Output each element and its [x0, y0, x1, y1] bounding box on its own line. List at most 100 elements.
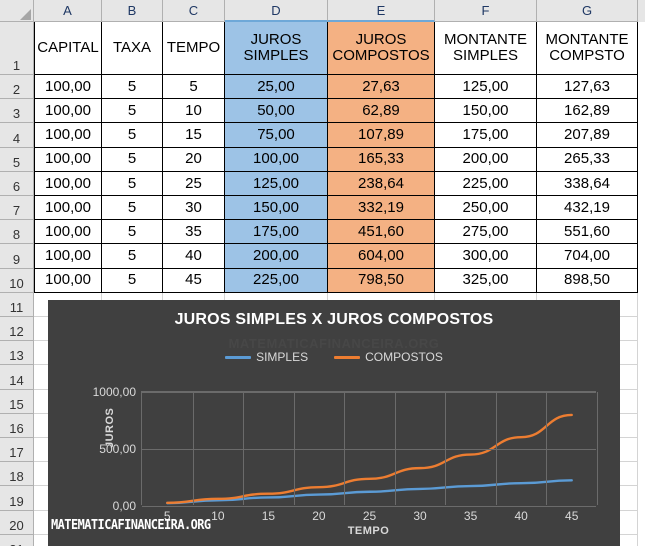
cell-F9[interactable]: 300,00: [435, 244, 537, 269]
row-header-14[interactable]: 14: [0, 365, 34, 390]
cell-G8[interactable]: 551,60: [537, 220, 638, 245]
cell-B5[interactable]: 5: [102, 147, 163, 172]
row-header-21[interactable]: 21: [0, 534, 34, 546]
cell-G2[interactable]: 127,63: [537, 75, 638, 100]
row-header-5[interactable]: 5: [0, 147, 34, 172]
cell-B9[interactable]: 5: [102, 244, 163, 269]
row-header-18[interactable]: 18: [0, 462, 34, 487]
cell-D4[interactable]: 75,00: [225, 123, 328, 148]
cell-B6[interactable]: 5: [102, 171, 163, 196]
cell-F8[interactable]: 275,00: [435, 220, 537, 245]
cell-C6[interactable]: 25: [163, 171, 225, 196]
cell-F5[interactable]: 200,00: [435, 147, 537, 172]
cell-D10[interactable]: 225,00: [225, 268, 328, 293]
row-header-11[interactable]: 11: [0, 292, 34, 317]
cell-E2[interactable]: 27,63: [328, 75, 435, 100]
cell-B3[interactable]: 5: [102, 99, 163, 124]
cell-G9[interactable]: 704,00: [537, 244, 638, 269]
cell-F6[interactable]: 225,00: [435, 171, 537, 196]
cell-D6[interactable]: 125,00: [225, 171, 328, 196]
cell-B2[interactable]: 5: [102, 75, 163, 100]
row-header-12[interactable]: 12: [0, 317, 34, 342]
cell-D3[interactable]: 50,00: [225, 99, 328, 124]
cell-F10[interactable]: 325,00: [435, 268, 537, 293]
cell-G1[interactable]: MONTANTE COMPSTO: [537, 22, 638, 75]
cell-C7[interactable]: 30: [163, 196, 225, 221]
cell-C3[interactable]: 10: [163, 99, 225, 124]
cell-A8[interactable]: 100,00: [34, 220, 102, 245]
cell-C2[interactable]: 5: [163, 75, 225, 100]
cell-A6[interactable]: 100,00: [34, 171, 102, 196]
legend-item-compostos[interactable]: COMPOSTOS: [334, 350, 443, 364]
cell-D8[interactable]: 175,00: [225, 220, 328, 245]
cell-E9[interactable]: 604,00: [328, 244, 435, 269]
select-all-corner[interactable]: [0, 0, 34, 22]
cell-E6[interactable]: 238,64: [328, 171, 435, 196]
row-header-3[interactable]: 3: [0, 99, 34, 124]
row-header-9[interactable]: 9: [0, 244, 34, 269]
column-header-e[interactable]: E: [328, 0, 435, 22]
row-header-1[interactable]: 1: [0, 22, 34, 75]
cell-F7[interactable]: 250,00: [435, 196, 537, 221]
cell-E7[interactable]: 332,19: [328, 196, 435, 221]
cell-A5[interactable]: 100,00: [34, 147, 102, 172]
cell-C4[interactable]: 15: [163, 123, 225, 148]
row-header-20[interactable]: 20: [0, 510, 34, 535]
row-header-13[interactable]: 13: [0, 341, 34, 366]
cell-A9[interactable]: 100,00: [34, 244, 102, 269]
cell-C10[interactable]: 45: [163, 268, 225, 293]
cell-F1[interactable]: MONTANTE SIMPLES: [435, 22, 537, 75]
cell-G6[interactable]: 338,64: [537, 171, 638, 196]
cell-B8[interactable]: 5: [102, 220, 163, 245]
cell-F4[interactable]: 175,00: [435, 123, 537, 148]
cell-G10[interactable]: 898,50: [537, 268, 638, 293]
cell-D2[interactable]: 25,00: [225, 75, 328, 100]
cell-F2[interactable]: 125,00: [435, 75, 537, 100]
cell-D1[interactable]: JUROS SIMPLES: [225, 22, 328, 75]
cell-B1[interactable]: TAXA: [102, 22, 163, 75]
cell-F3[interactable]: 150,00: [435, 99, 537, 124]
cell-E1[interactable]: JUROS COMPOSTOS: [328, 22, 435, 75]
cell-B10[interactable]: 5: [102, 268, 163, 293]
cell-E4[interactable]: 107,89: [328, 123, 435, 148]
cell-B7[interactable]: 5: [102, 196, 163, 221]
cell-E8[interactable]: 451,60: [328, 220, 435, 245]
cell-A7[interactable]: 100,00: [34, 196, 102, 221]
column-header-a[interactable]: A: [34, 0, 102, 22]
row-header-10[interactable]: 10: [0, 268, 34, 293]
row-header-19[interactable]: 19: [0, 486, 34, 511]
cell-C5[interactable]: 20: [163, 147, 225, 172]
row-header-7[interactable]: 7: [0, 196, 34, 221]
chart-object[interactable]: MATEMATICAFINANCEIRA.ORG JUROS SIMPLES X…: [48, 300, 620, 546]
column-header-b[interactable]: B: [102, 0, 163, 22]
cell-E3[interactable]: 62,89: [328, 99, 435, 124]
cell-G7[interactable]: 432,19: [537, 196, 638, 221]
row-header-4[interactable]: 4: [0, 123, 34, 148]
cell-C1[interactable]: TEMPO: [163, 22, 225, 75]
cell-A3[interactable]: 100,00: [34, 99, 102, 124]
cell-D7[interactable]: 150,00: [225, 196, 328, 221]
cell-A2[interactable]: 100,00: [34, 75, 102, 100]
cell-C8[interactable]: 35: [163, 220, 225, 245]
row-header-15[interactable]: 15: [0, 389, 34, 414]
cell-D9[interactable]: 200,00: [225, 244, 328, 269]
cell-E10[interactable]: 798,50: [328, 268, 435, 293]
row-header-6[interactable]: 6: [0, 171, 34, 196]
cell-G5[interactable]: 265,33: [537, 147, 638, 172]
row-header-17[interactable]: 17: [0, 438, 34, 463]
cell-A1[interactable]: CAPITAL: [34, 22, 102, 75]
cell-G3[interactable]: 162,89: [537, 99, 638, 124]
row-header-16[interactable]: 16: [0, 413, 34, 438]
row-header-2[interactable]: 2: [0, 75, 34, 100]
cell-B4[interactable]: 5: [102, 123, 163, 148]
cell-D5[interactable]: 100,00: [225, 147, 328, 172]
cell-A10[interactable]: 100,00: [34, 268, 102, 293]
legend-item-simples[interactable]: SIMPLES: [225, 350, 308, 364]
cell-C9[interactable]: 40: [163, 244, 225, 269]
spreadsheet-grid[interactable]: A B C D E F G 1 2 3 4 5 6 7 8 9 10 11 12 13 14 15 16 17 1…: [0, 0, 645, 546]
cell-G4[interactable]: 207,89: [537, 123, 638, 148]
cell-E5[interactable]: 165,33: [328, 147, 435, 172]
column-header-c[interactable]: C: [163, 0, 225, 22]
cell-A4[interactable]: 100,00: [34, 123, 102, 148]
column-header-g[interactable]: G: [537, 0, 638, 22]
